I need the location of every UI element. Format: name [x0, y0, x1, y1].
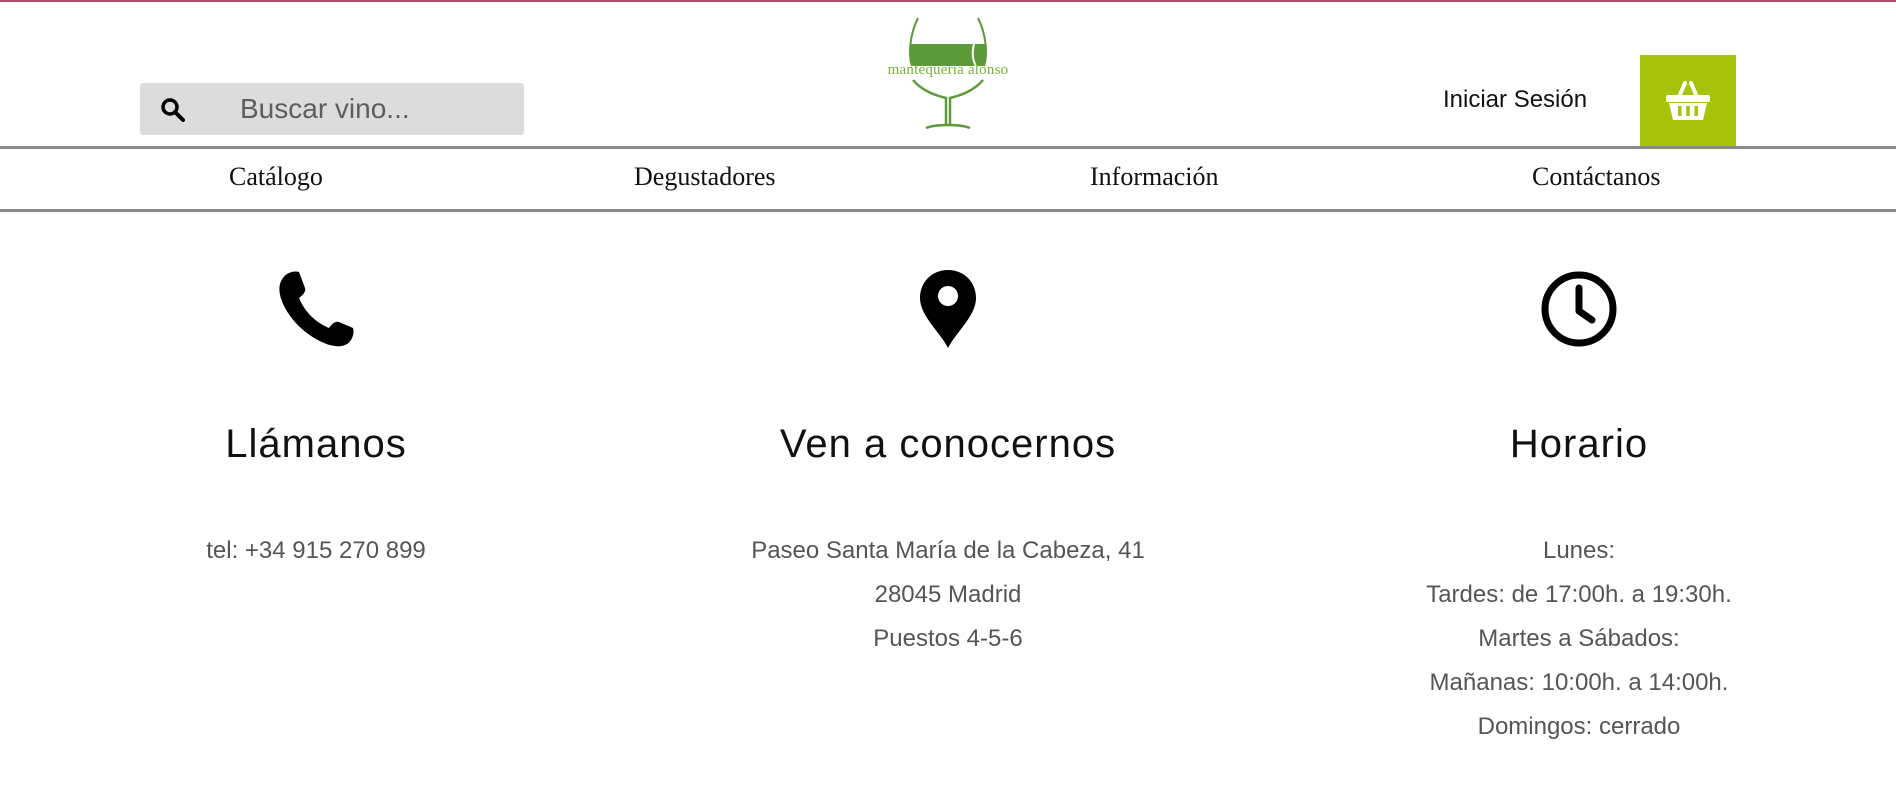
contact-address-line: 28045 Madrid: [874, 581, 1022, 608]
basket-icon: [1666, 80, 1710, 120]
search-icon[interactable]: [160, 97, 186, 123]
logo[interactable]: mantequería alonso: [868, 14, 1028, 132]
phone-icon: [279, 271, 354, 347]
contact-hours-line: Mañanas: 10:00h. a 14:00h.: [1429, 669, 1729, 696]
cart-button[interactable]: [1640, 55, 1736, 146]
contact-location-section: Ven a conocernos Paseo Santa María de la…: [668, 268, 1228, 661]
search-bar[interactable]: [140, 83, 524, 135]
contact-hours-line: Martes a Sábados:: [1478, 625, 1680, 652]
contact-hours-line: Tardes: de 17:00h. a 19:30h.: [1426, 581, 1732, 608]
contact-hours-title: Horario: [1509, 422, 1649, 466]
top-accent-line: [0, 0, 1896, 2]
contact-phone-title: Llámanos: [225, 422, 407, 466]
nav-border-top: [0, 146, 1896, 149]
contact-phone-line: tel: +34 915 270 899: [206, 537, 426, 564]
nav-item-contactanos[interactable]: Contáctanos: [1532, 162, 1661, 192]
login-link[interactable]: Iniciar Sesión: [1443, 86, 1587, 114]
contact-hours-line: Domingos: cerrado: [1477, 713, 1681, 740]
contact-location-title: Ven a conocernos: [779, 422, 1117, 466]
map-pin-icon: [920, 270, 976, 348]
contact-hours-section: Horario Lunes: Tardes: de 17:00h. a 19:3…: [1299, 268, 1859, 749]
nav-item-degustadores[interactable]: Degustadores: [634, 162, 776, 192]
logo-text: mantequería alonso: [887, 62, 1009, 78]
contact-phone-section: Llámanos tel: +34 915 270 899: [36, 268, 596, 573]
clock-icon: [1541, 271, 1617, 347]
search-input[interactable]: [240, 83, 510, 135]
nav-item-informacion[interactable]: Información: [1090, 162, 1219, 192]
nav-border-bottom: [0, 209, 1896, 212]
contact-address-line: Paseo Santa María de la Cabeza, 41: [751, 537, 1145, 564]
contact-address-line: Puestos 4-5-6: [873, 625, 1023, 652]
contact-hours-line: Lunes:: [1542, 537, 1616, 564]
nav-item-catalogo[interactable]: Catálogo: [229, 162, 323, 192]
